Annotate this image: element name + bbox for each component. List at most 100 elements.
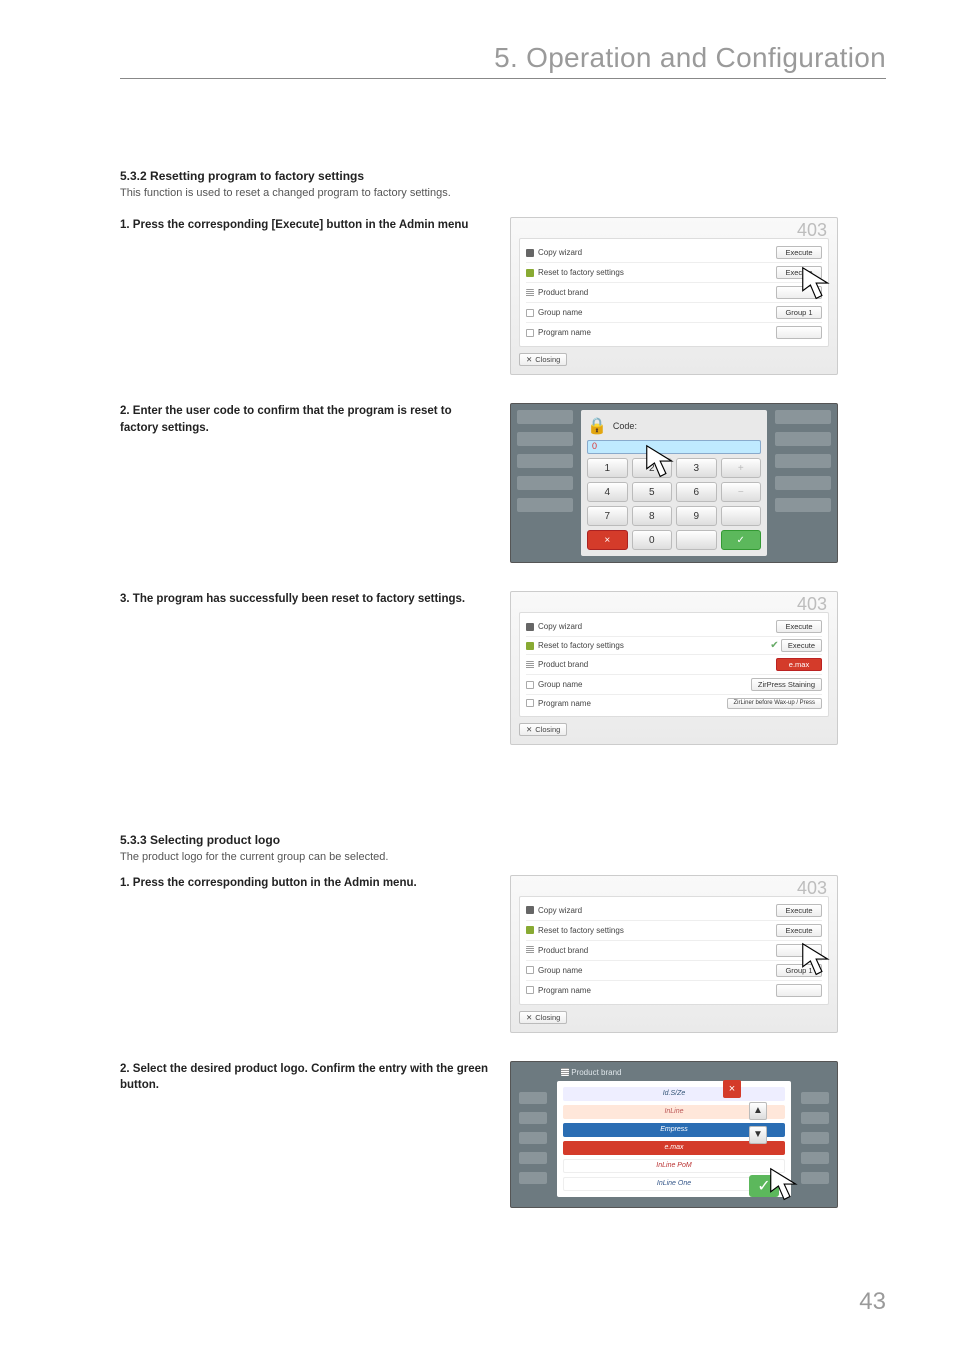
program-button[interactable]: ZirLiner before Wax-up / Press xyxy=(727,698,822,709)
key-plus[interactable]: + xyxy=(721,458,762,478)
close-button[interactable]: ✕ Closing xyxy=(519,1011,567,1024)
page-number: 43 xyxy=(859,1288,886,1316)
label: Group name xyxy=(538,308,582,317)
keypad: 🔒 Code: 0 1 2 3 + 4 xyxy=(581,410,767,556)
logo-option[interactable]: Id.S/Ze xyxy=(563,1087,785,1101)
key-1[interactable]: 1 xyxy=(587,458,628,478)
step-text: 1. Press the corresponding [Execute] but… xyxy=(120,217,490,234)
key-7[interactable]: 7 xyxy=(587,506,628,526)
row-brand: Product brand e.max xyxy=(526,655,822,675)
bars-icon xyxy=(526,946,534,954)
close-icon[interactable]: × xyxy=(723,1080,741,1098)
right-chips xyxy=(801,1092,829,1184)
key-2[interactable]: 2 xyxy=(632,458,673,478)
execute-button[interactable]: Execute xyxy=(781,639,822,652)
lock-icon: 🔒 xyxy=(587,416,607,436)
copy-icon xyxy=(526,249,534,257)
program-number: 403 xyxy=(797,594,827,615)
step-body: Enter the user code to confirm that the … xyxy=(120,405,452,434)
abc-icon xyxy=(526,681,534,689)
arrow-up-button[interactable]: ▲ xyxy=(749,1102,767,1120)
bars-icon xyxy=(561,1068,569,1076)
section-heading-533: 5.3.3 Selecting product logo xyxy=(120,833,886,847)
step-body: Select the desired product logo. Confirm… xyxy=(120,1063,488,1092)
header-rule xyxy=(120,78,886,79)
step-row: 1. Press the corresponding [Execute] but… xyxy=(120,217,886,375)
screenshot: Product brand Id.S/Ze InLine Empress e.m… xyxy=(510,1061,840,1208)
confirm-button[interactable]: ✓ xyxy=(749,1175,779,1197)
right-chips xyxy=(775,410,831,556)
key-blank2 xyxy=(676,530,717,550)
key-6[interactable]: 6 xyxy=(676,482,717,502)
group-button[interactable]: Group 1 xyxy=(776,306,822,319)
section-desc-533: The product logo for the current group c… xyxy=(120,851,886,863)
chapter-title: 5. Operation and Configuration xyxy=(494,42,886,74)
step-text: 2. Select the desired product logo. Conf… xyxy=(120,1061,490,1094)
copy-icon xyxy=(526,623,534,631)
row-program: Program name ZirLiner before Wax-up / Pr… xyxy=(526,695,822,712)
execute-button[interactable]: Execute xyxy=(776,246,822,259)
step-body: Press the corresponding button in the Ad… xyxy=(133,877,417,889)
label: Reset to factory settings xyxy=(538,268,624,277)
admin-menu-mock: 403 Copy wizard Execute Reset to factory… xyxy=(510,217,838,375)
close-button[interactable]: ✕ Closing xyxy=(519,353,567,366)
check-icon: ✔ xyxy=(770,640,778,651)
reset-icon xyxy=(526,642,534,650)
key-8[interactable]: 8 xyxy=(632,506,673,526)
program-number: 403 xyxy=(797,878,827,899)
bars-icon xyxy=(526,289,534,297)
screenshot: 🔒 Code: 0 1 2 3 + 4 xyxy=(510,403,840,563)
brand-button[interactable] xyxy=(776,944,822,957)
page: 5. Operation and Configuration 5.3.2 Res… xyxy=(0,0,954,1350)
panel: Copy wizard Execute Reset to factory set… xyxy=(519,612,829,717)
logo-option[interactable]: InLine PoM xyxy=(563,1159,785,1173)
left-chips xyxy=(517,410,573,556)
group-button[interactable]: ZirPress Staining xyxy=(751,678,822,691)
key-minus[interactable]: − xyxy=(721,482,762,502)
bars-icon xyxy=(526,661,534,669)
left-chips xyxy=(519,1092,547,1184)
step-text: 1. Press the corresponding button in the… xyxy=(120,875,490,892)
program-button[interactable] xyxy=(776,984,822,997)
key-5[interactable]: 5 xyxy=(632,482,673,502)
step-row: 1. Press the corresponding button in the… xyxy=(120,875,886,1033)
row-copy: Copy wizard Execute xyxy=(526,617,822,637)
screenshot: 403 Copy wizardExecute Reset to factory … xyxy=(510,875,840,1033)
brand-button[interactable]: e.max xyxy=(776,658,822,671)
label: Program name xyxy=(538,328,591,337)
row-reset: Reset to factory settings Execute xyxy=(526,263,822,283)
code-display: 0 xyxy=(587,440,761,454)
reset-icon xyxy=(526,269,534,277)
row-group: Group name Group 1 xyxy=(526,303,822,323)
key-3[interactable]: 3 xyxy=(676,458,717,478)
row-reset: Reset to factory settings ✔ Execute xyxy=(526,637,822,655)
reset-icon xyxy=(526,926,534,934)
execute-button[interactable]: Execute xyxy=(776,266,822,279)
admin-menu-mock: 403 Copy wizardExecute Reset to factory … xyxy=(510,875,838,1033)
section-desc-532: This function is used to reset a changed… xyxy=(120,187,886,199)
step-row: 2. Select the desired product logo. Conf… xyxy=(120,1061,886,1208)
abc-icon xyxy=(526,986,534,994)
close-button[interactable]: ✕ Closing xyxy=(519,723,567,736)
group-button[interactable]: Group 1 xyxy=(776,964,822,977)
brand-button[interactable] xyxy=(776,286,822,299)
step-number: 1. xyxy=(120,219,130,231)
screenshot: 403 Copy wizard Execute Reset to factory… xyxy=(510,217,840,375)
key-grid: 1 2 3 + 4 5 6 − 7 8 9 xyxy=(587,458,761,550)
key-9[interactable]: 9 xyxy=(676,506,717,526)
arrow-down-button[interactable]: ▼ xyxy=(749,1126,767,1144)
key-ok[interactable]: ✓ xyxy=(721,530,762,550)
screenshot: 403 Copy wizard Execute Reset to factory… xyxy=(510,591,840,745)
program-button[interactable] xyxy=(776,326,822,339)
step-text: 2. Enter the user code to confirm that t… xyxy=(120,403,490,436)
key-cancel[interactable]: × xyxy=(587,530,628,550)
key-4[interactable]: 4 xyxy=(587,482,628,502)
row-program: Program name xyxy=(526,323,822,342)
execute-button[interactable]: Execute xyxy=(776,904,822,917)
label: Product brand xyxy=(538,288,588,297)
key-0[interactable]: 0 xyxy=(632,530,673,550)
execute-button[interactable]: Execute xyxy=(776,924,822,937)
panel: Copy wizard Execute Reset to factory set… xyxy=(519,238,829,347)
step-number: 2. xyxy=(120,1063,130,1075)
execute-button[interactable]: Execute xyxy=(776,620,822,633)
